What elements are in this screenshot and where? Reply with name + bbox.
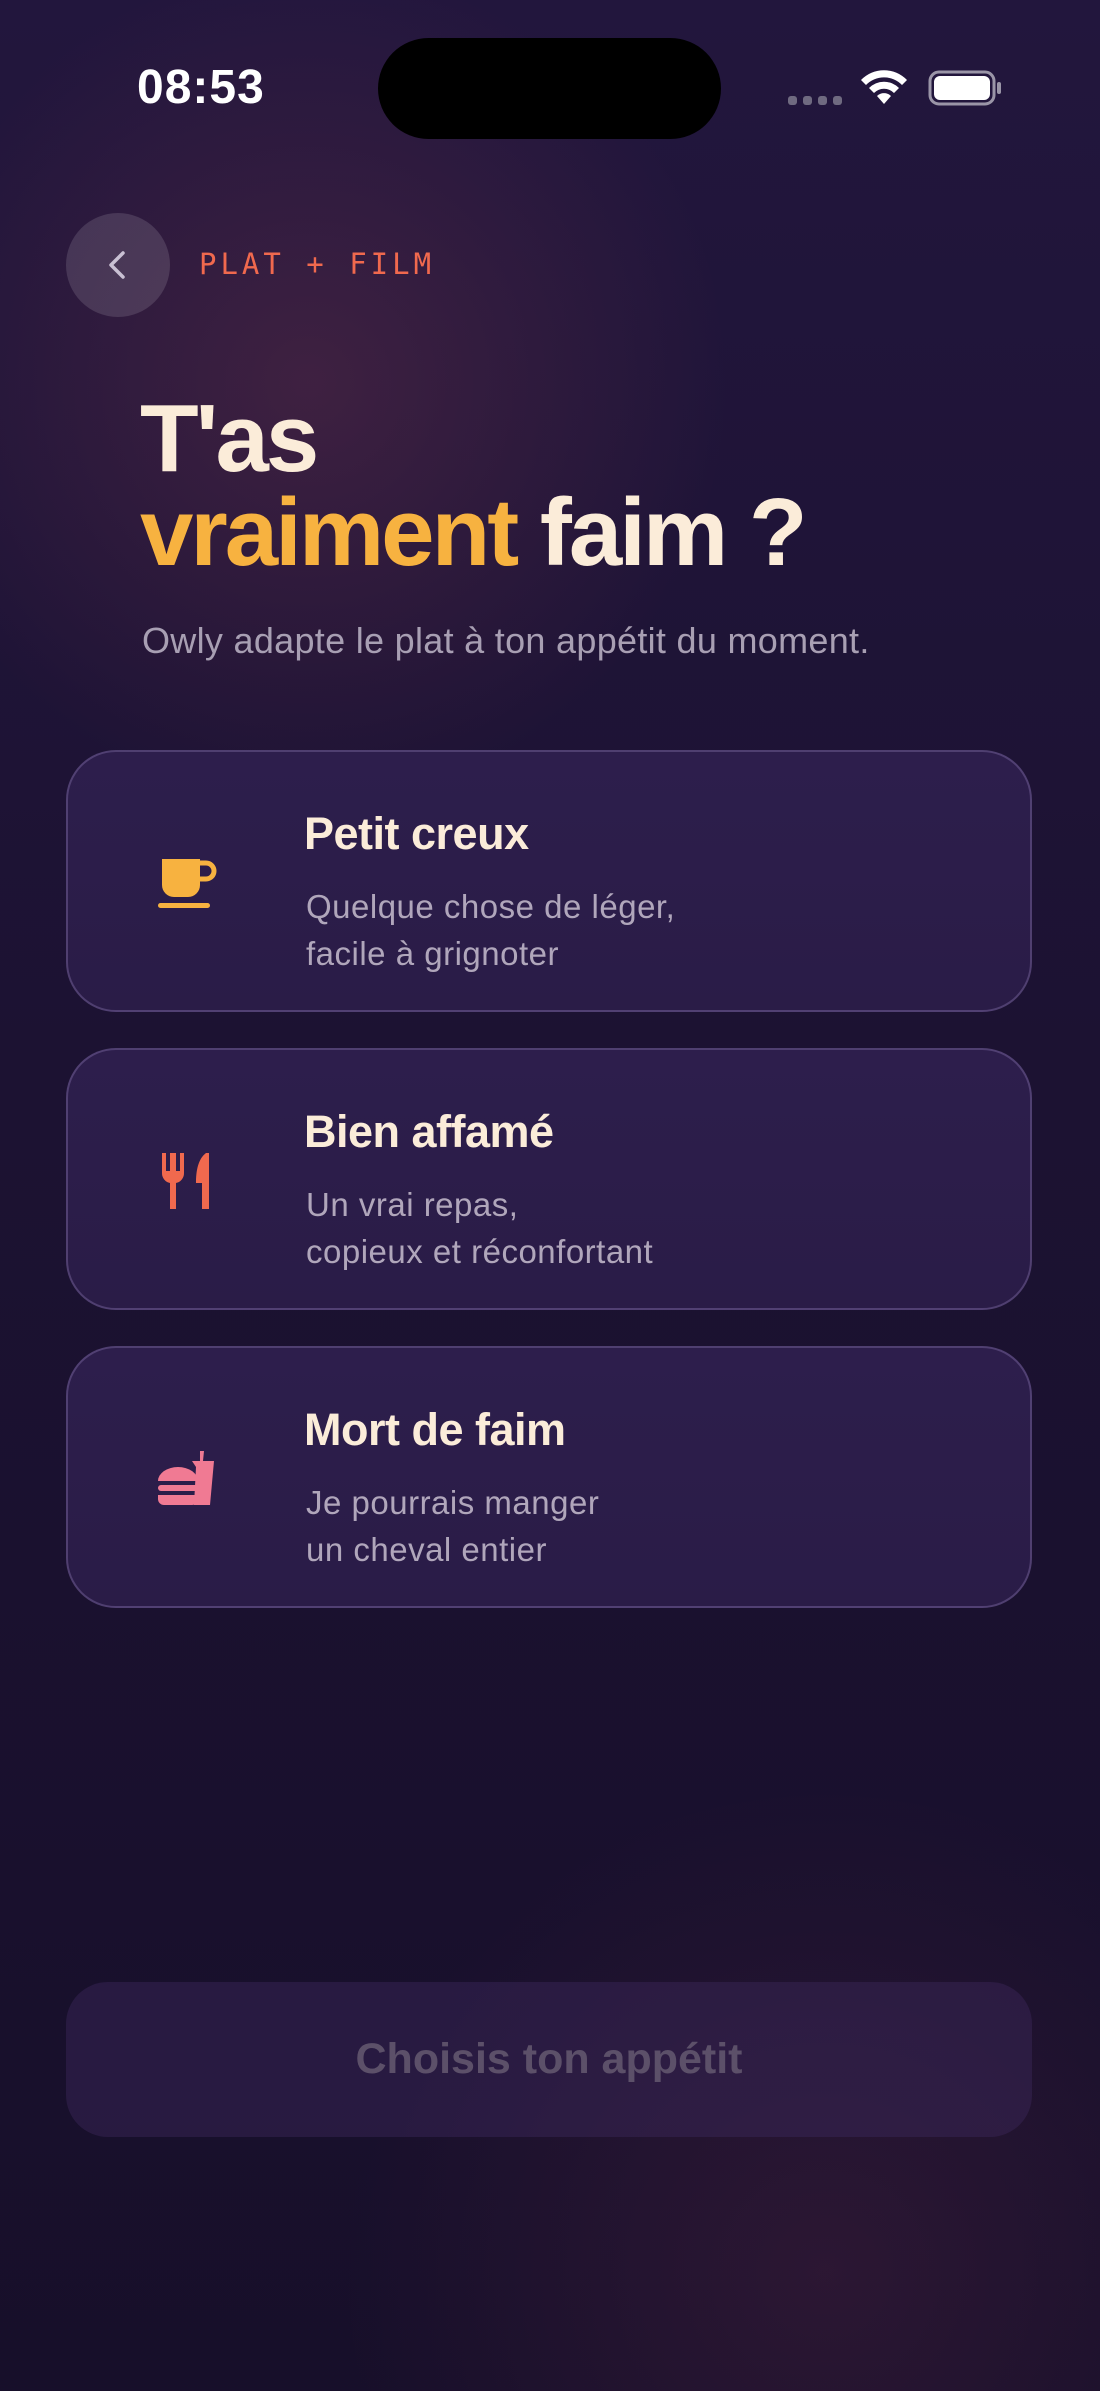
burger-drink-icon	[158, 1451, 214, 1505]
coffee-cup-icon	[158, 859, 217, 908]
title-line-1: T'as	[140, 385, 319, 492]
wifi-icon	[861, 70, 907, 104]
breadcrumb: PLAT + FILM	[199, 247, 436, 281]
title-accent: vraiment	[140, 479, 519, 586]
title-rest: faim ?	[516, 479, 808, 586]
chevron-left-icon	[109, 251, 125, 279]
option-title: Petit creux	[304, 808, 529, 859]
option-description: Un vrai repas, copieux et réconfortant	[306, 1186, 654, 1270]
status-bar: 08:53	[0, 0, 1100, 180]
choose-appetite-button[interactable]: Choisis ton appétit	[66, 1982, 1032, 2137]
option-description: Quelque chose de léger, facile à grignot…	[306, 888, 676, 972]
fork-knife-icon	[161, 1153, 209, 1209]
battery-icon	[928, 70, 1001, 106]
back-button[interactable]	[66, 213, 170, 317]
option-card-mort-de-faim[interactable]: Mort de faim Je pourrais manger un cheva…	[66, 1346, 1032, 1608]
option-title: Mort de faim	[304, 1404, 566, 1455]
option-description: Je pourrais manger un cheval entier	[306, 1484, 600, 1568]
option-card-petit-creux[interactable]: Petit creux Quelque chose de léger, faci…	[66, 750, 1032, 1012]
page-title: T'as vraiment faim ?	[140, 385, 1040, 581]
option-title: Bien affamé	[304, 1106, 554, 1157]
page-subtitle: Owly adapte le plat à ton appétit du mom…	[142, 620, 870, 661]
signal-icon	[788, 96, 842, 105]
title-line-2: vraiment faim ?	[140, 485, 1040, 581]
dynamic-island	[378, 38, 721, 139]
option-card-bien-affame[interactable]: Bien affamé Un vrai repas, copieux et ré…	[66, 1048, 1032, 1310]
status-time: 08:53	[137, 61, 265, 114]
